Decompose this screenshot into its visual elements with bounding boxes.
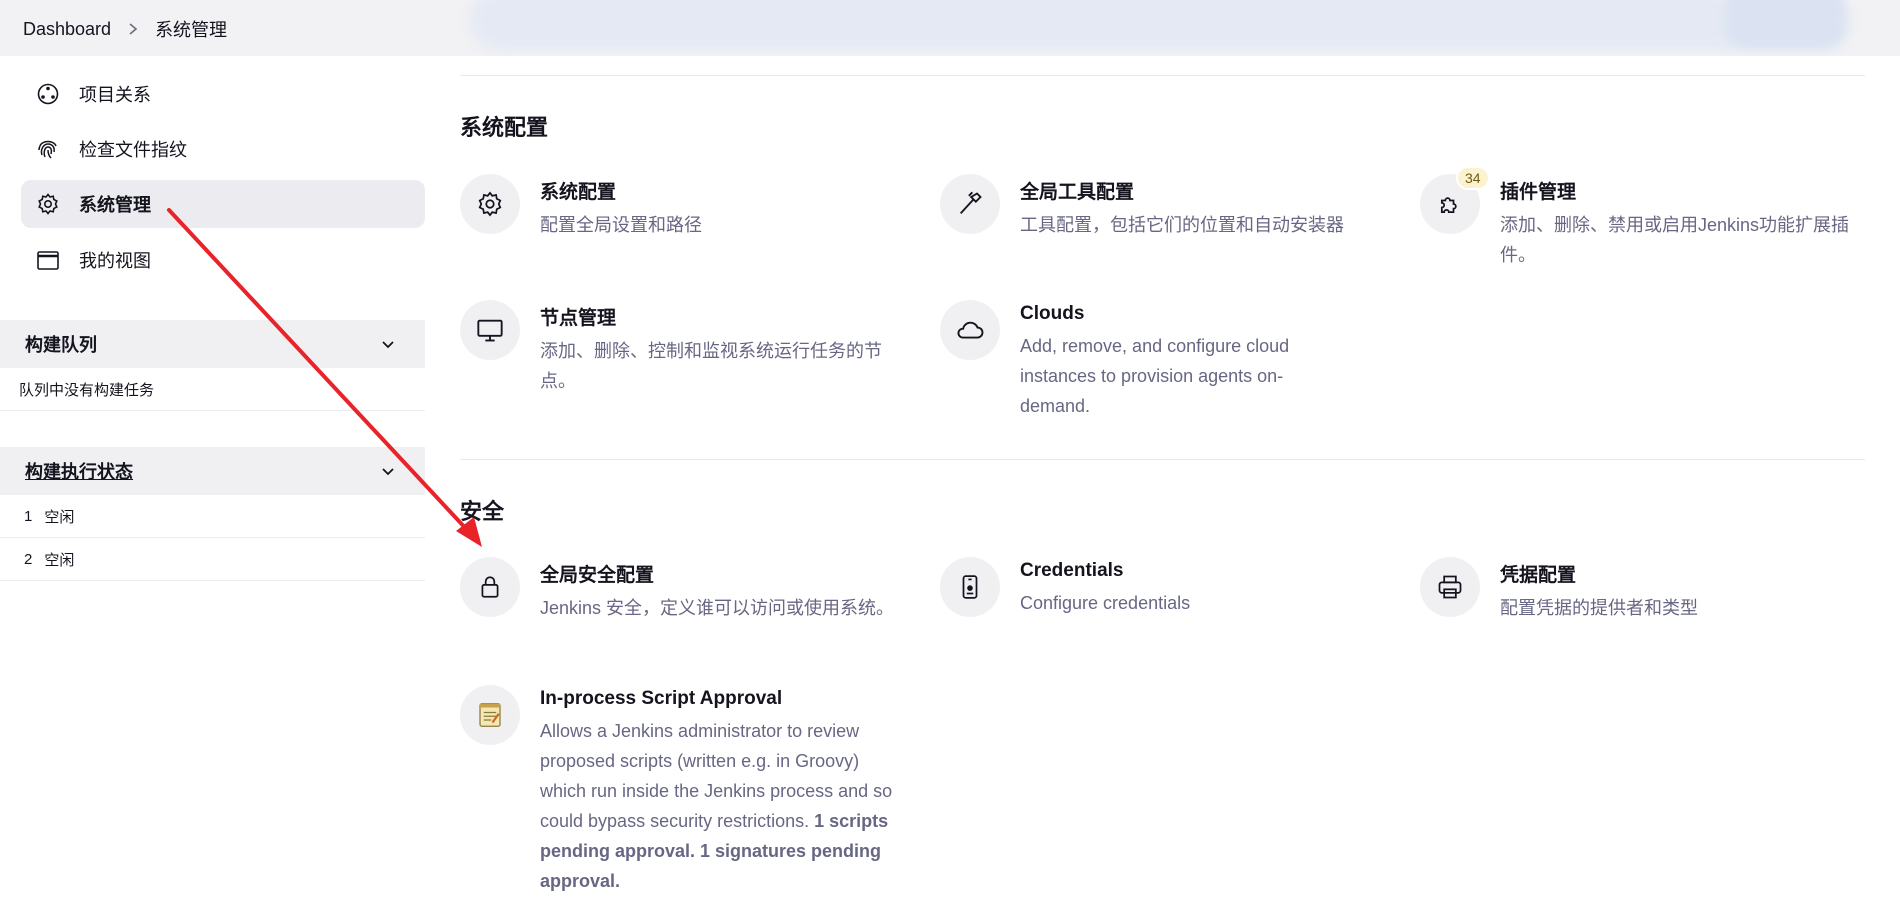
sidebar-item-label: 我的视图 bbox=[79, 251, 151, 271]
card-title: 全局安全配置 bbox=[540, 565, 655, 586]
card-desc: 配置全局设置和路径 bbox=[540, 215, 702, 235]
sidebar-item-system-admin[interactable]: 系统管理 bbox=[21, 180, 425, 228]
executors-title[interactable]: 构建执行状态 bbox=[25, 458, 133, 484]
card-script-approval[interactable]: In-process Script Approval Allows a Jenk… bbox=[460, 685, 900, 896]
executor-number: 1 bbox=[24, 507, 33, 525]
top-bar: Dashboard 系统管理 bbox=[0, 0, 1900, 56]
card-desc: Allows a Jenkins administrator to review… bbox=[540, 716, 900, 896]
build-queue-empty: 队列中没有构建任务 bbox=[0, 368, 425, 411]
build-queue-empty-text: 队列中没有构建任务 bbox=[19, 381, 155, 399]
card-desc: 工具配置，包括它们的位置和自动安装器 bbox=[1020, 215, 1344, 235]
plugin-updates-badge: 34 bbox=[1456, 166, 1490, 190]
chevron-down-icon[interactable] bbox=[379, 335, 397, 353]
breadcrumb-system-admin[interactable]: 系统管理 bbox=[155, 16, 227, 42]
card-desc: Jenkins 安全，定义谁可以访问或使用系统。 bbox=[540, 598, 895, 618]
card-global-security[interactable]: 全局安全配置 Jenkins 安全，定义谁可以访问或使用系统。 bbox=[460, 557, 900, 623]
cloud-icon bbox=[940, 300, 1000, 360]
section-title-security: 安全 bbox=[460, 499, 505, 524]
card-desc: 添加、删除、控制和监视系统运行任务的节点。 bbox=[540, 341, 882, 391]
card-credentials[interactable]: Credentials Configure credentials bbox=[940, 557, 1380, 618]
breadcrumb-dashboard[interactable]: Dashboard bbox=[23, 19, 111, 40]
executor-status: 空闲 bbox=[44, 551, 75, 569]
lock-icon bbox=[460, 557, 520, 617]
sidebar-item-label: 项目关系 bbox=[79, 85, 151, 105]
divider bbox=[460, 459, 1865, 460]
section-title-system-config: 系统配置 bbox=[460, 115, 549, 140]
gear-icon bbox=[35, 191, 61, 217]
card-desc: Configure credentials bbox=[1020, 593, 1191, 613]
card-nodes[interactable]: 节点管理 添加、删除、控制和监视系统运行任务的节点。 bbox=[460, 300, 900, 396]
build-queue-title: 构建队列 bbox=[25, 335, 97, 355]
fingerprint-icon bbox=[35, 136, 61, 162]
card-plugins[interactable]: 34 插件管理 添加、删除、禁用或启用Jenkins功能扩展插件。 bbox=[1420, 166, 1850, 270]
notepad-icon bbox=[460, 685, 520, 745]
build-queue-header[interactable]: 构建队列 bbox=[0, 320, 425, 368]
card-title: 系统配置 bbox=[540, 182, 617, 203]
chevron-right-icon bbox=[127, 22, 139, 36]
executors-header[interactable]: 构建执行状态 bbox=[0, 447, 425, 495]
card-credential-providers[interactable]: 凭据配置 配置凭据的提供者和类型 bbox=[1420, 557, 1860, 623]
card-title: 凭据配置 bbox=[1500, 565, 1577, 586]
window-icon bbox=[35, 247, 61, 273]
executor-status: 空闲 bbox=[44, 508, 75, 526]
card-title: 插件管理 bbox=[1500, 182, 1577, 203]
sidebar-item-label: 系统管理 bbox=[79, 195, 151, 215]
executor-number: 2 bbox=[24, 550, 33, 568]
printer-icon bbox=[1420, 557, 1480, 617]
puzzle-icon: 34 bbox=[1420, 166, 1490, 234]
chevron-down-icon[interactable] bbox=[379, 462, 397, 480]
card-clouds[interactable]: Clouds Add, remove, and configure cloud … bbox=[940, 300, 1380, 421]
card-title: 节点管理 bbox=[540, 308, 617, 329]
sidebar-item-fingerprint[interactable]: 检查文件指纹 bbox=[21, 125, 425, 173]
breadcrumb: Dashboard 系统管理 bbox=[23, 16, 227, 42]
card-title: Clouds bbox=[1020, 303, 1085, 324]
card-global-tools[interactable]: 全局工具配置 工具配置，包括它们的位置和自动安装器 bbox=[940, 174, 1380, 240]
sidebar-item-my-views[interactable]: 我的视图 bbox=[21, 236, 425, 284]
hammer-icon bbox=[940, 174, 1000, 234]
search-bar-blurred bbox=[470, 0, 1850, 50]
card-title: Credentials bbox=[1020, 560, 1124, 581]
sidebar-item-project-relations[interactable]: 项目关系 bbox=[21, 70, 425, 118]
card-desc: 添加、删除、禁用或启用Jenkins功能扩展插件。 bbox=[1500, 215, 1850, 265]
executor-row: 1 空闲 bbox=[0, 495, 425, 538]
gear-icon bbox=[460, 174, 520, 234]
card-title: In-process Script Approval bbox=[540, 688, 783, 709]
header-action-blurred bbox=[1725, 0, 1845, 48]
card-desc: Add, remove, and configure cloud instanc… bbox=[1020, 336, 1290, 416]
sidebar-item-label: 检查文件指纹 bbox=[79, 140, 187, 160]
divider bbox=[460, 75, 1865, 76]
network-icon bbox=[35, 81, 61, 107]
card-title: 全局工具配置 bbox=[1020, 182, 1135, 203]
id-card-icon bbox=[940, 557, 1000, 617]
monitor-icon bbox=[460, 300, 520, 360]
executor-row: 2 空闲 bbox=[0, 538, 425, 581]
card-desc: 配置凭据的提供者和类型 bbox=[1500, 598, 1698, 618]
card-system-config[interactable]: 系统配置 配置全局设置和路径 bbox=[460, 174, 900, 240]
